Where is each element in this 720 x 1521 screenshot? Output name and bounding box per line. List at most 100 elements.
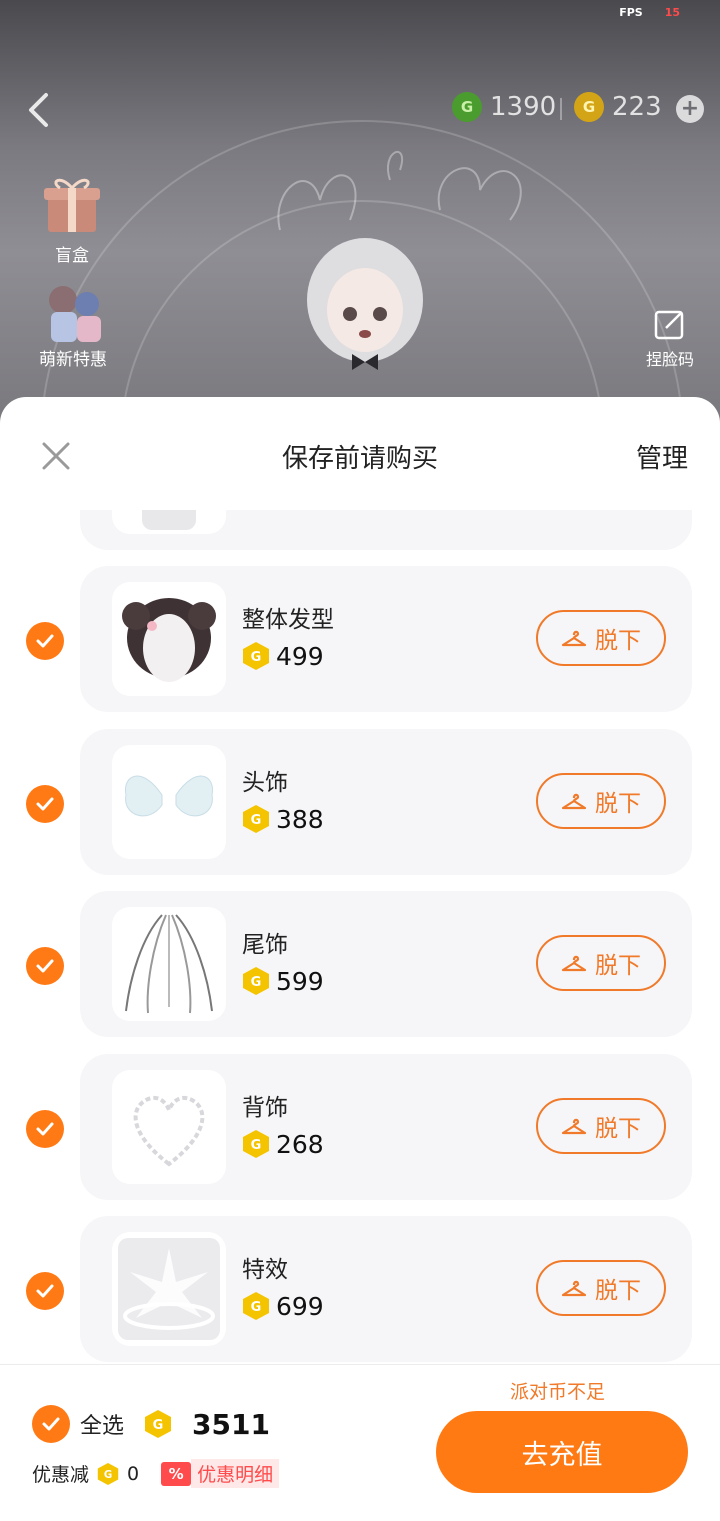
check-icon [42, 1417, 60, 1431]
newbie-offer-button[interactable]: 萌新特惠 [26, 278, 120, 370]
hanger-icon [561, 630, 587, 647]
item-price-value: 388 [276, 804, 324, 834]
item-price: G 499 [242, 641, 324, 671]
item-name: 头饰 [242, 770, 288, 796]
list-item: 整体发型 G 499 脱下 [80, 566, 692, 712]
select-all-row: 全选 G 3511 [32, 1405, 270, 1443]
svg-text:G: G [251, 1138, 262, 1153]
gold-currency-balance: G 223 [574, 92, 662, 122]
remove-button[interactable]: 脱下 [536, 773, 666, 829]
svg-text:G: G [153, 1418, 164, 1433]
back-arrow-icon[interactable] [26, 92, 50, 128]
item-checkbox[interactable] [26, 1272, 64, 1310]
tail-accessory-thumbnail [125, 914, 213, 1014]
item-thumbnail [112, 907, 226, 1021]
headwear-thumbnail [125, 775, 213, 817]
remove-button[interactable]: 脱下 [536, 935, 666, 991]
list-item-partial [80, 510, 692, 550]
blind-box-label: 盲盒 [55, 246, 89, 266]
gold-coin-icon: G [97, 1462, 119, 1485]
list-item: 尾饰 G 599 脱下 [80, 891, 692, 1037]
percent-badge-icon: % [161, 1461, 192, 1486]
remove-button[interactable]: 脱下 [536, 1098, 666, 1154]
item-price-value: 268 [276, 1129, 324, 1159]
gold-coin-icon: G [145, 1410, 172, 1438]
gold-coin-icon: G [243, 642, 269, 670]
item-thumbnail [112, 745, 226, 859]
item-thumbnail [112, 1232, 226, 1346]
svg-text:G: G [251, 813, 262, 828]
discount-label: 优惠减 [32, 1464, 90, 1486]
discount-row: 优惠减 G 0 % 优惠明细 [32, 1459, 280, 1488]
item-price-value: 499 [276, 641, 324, 671]
svg-text:G: G [251, 650, 262, 665]
hanger-icon [561, 1280, 587, 1297]
item-name: 特效 [242, 1257, 288, 1283]
face-code-button[interactable]: 捏脸码 [638, 306, 702, 370]
newbie-offer-label: 萌新特惠 [39, 350, 107, 370]
check-icon [36, 1284, 54, 1298]
gold-currency-amount: 223 [612, 92, 662, 122]
remove-label: 脱下 [595, 791, 641, 817]
insufficient-balance-notice: 派对币不足 [510, 1381, 606, 1403]
remove-button[interactable]: 脱下 [536, 1260, 666, 1316]
select-all-checkbox[interactable] [32, 1405, 70, 1443]
sheet-title: 保存前请购买 [281, 444, 438, 474]
svg-text:G: G [251, 1300, 262, 1315]
green-g-coin-icon: G [452, 92, 482, 122]
hanger-icon [561, 955, 587, 972]
special-effect-thumbnail [118, 1238, 220, 1340]
list-item: 头饰 G 388 脱下 [80, 729, 692, 875]
select-all-label[interactable]: 全选 [80, 1408, 124, 1440]
item-price: G 599 [242, 966, 324, 996]
add-currency-button[interactable]: + [676, 95, 704, 123]
avatar-character [307, 238, 423, 370]
remove-label: 脱下 [595, 1116, 641, 1142]
remove-label: 脱下 [595, 628, 641, 654]
gold-coin-icon: G [243, 1130, 269, 1158]
svg-text:G: G [251, 975, 262, 990]
item-price: G 388 [242, 804, 324, 834]
gold-coin-icon: G [243, 967, 269, 995]
item-thumbnail [112, 582, 226, 696]
manage-button[interactable]: 管理 [636, 438, 688, 475]
check-icon [36, 797, 54, 811]
list-item: 背饰 G 268 脱下 [80, 1054, 692, 1200]
item-price: G 699 [242, 1291, 324, 1321]
blind-box-button[interactable]: 盲盒 [34, 172, 110, 266]
fps-indicator: FPS 15 [619, 6, 680, 19]
gift-box-icon [44, 178, 100, 232]
edit-icon [654, 310, 684, 340]
clothing-thumbnail [142, 510, 196, 530]
item-name: 背饰 [242, 1095, 288, 1121]
fps-label: FPS [619, 6, 643, 19]
remove-label: 脱下 [595, 953, 641, 979]
gold-coin-icon: G [243, 1292, 269, 1320]
check-icon [36, 634, 54, 648]
item-price-value: 599 [276, 966, 324, 996]
item-checkbox[interactable] [26, 785, 64, 823]
check-icon [36, 1122, 54, 1136]
face-code-label: 捏脸码 [645, 350, 694, 369]
currency-divider [560, 98, 562, 120]
hanger-icon [561, 793, 587, 810]
discount-value: 0 [127, 1462, 140, 1485]
item-checkbox[interactable] [26, 947, 64, 985]
item-list[interactable]: 整体发型 G 499 脱下 头饰 G 388 脱下 尾饰 G 599 脱下 背饰… [0, 510, 720, 1365]
item-checkbox[interactable] [26, 622, 64, 660]
hanger-icon [561, 1118, 587, 1135]
list-item: 特效 G 699 脱下 [80, 1216, 692, 1362]
item-price: G 268 [242, 1129, 324, 1159]
fps-value: 15 [664, 6, 680, 19]
item-checkbox[interactable] [26, 1110, 64, 1148]
discount-detail-link[interactable]: % 优惠明细 [161, 1459, 280, 1488]
newbie-offer-thumbnail [49, 286, 101, 342]
heart-back-accessory-thumbnail [133, 1095, 205, 1167]
item-name: 整体发型 [242, 607, 334, 633]
recharge-button[interactable]: 去充值 [436, 1411, 688, 1493]
item-price-value: 699 [276, 1291, 324, 1321]
svg-text:G: G [104, 1469, 112, 1480]
item-name: 尾饰 [242, 932, 288, 958]
gold-coin-icon: G [243, 805, 269, 833]
remove-button[interactable]: 脱下 [536, 610, 666, 666]
